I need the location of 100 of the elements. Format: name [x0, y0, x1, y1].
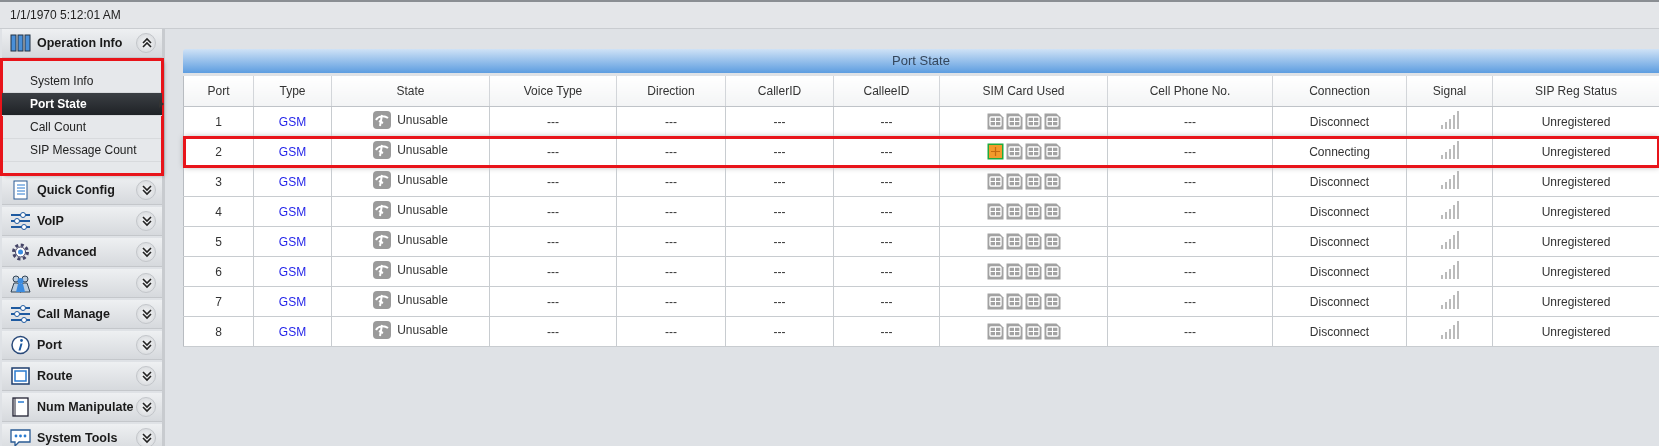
table-cell: 8	[183, 316, 254, 347]
table-cell: ---	[616, 256, 726, 287]
menu-group[interactable]: Port	[2, 331, 162, 360]
table-cell: Disconnect	[1272, 316, 1407, 347]
menu-item[interactable]: SIP Message Count	[2, 139, 162, 162]
menu-item[interactable]: Call Count	[2, 116, 162, 139]
table-cell: ---	[833, 136, 940, 167]
state-text: Unusable	[397, 143, 448, 157]
type-link[interactable]: GSM	[278, 264, 307, 279]
menu-group[interactable]: VoIP	[2, 207, 162, 236]
table-cell: ---	[489, 256, 617, 287]
state-text: Unusable	[397, 113, 448, 127]
bar-chart-icon	[10, 33, 31, 53]
column-header: Signal	[1406, 76, 1493, 107]
signal-bars-icon	[1439, 141, 1460, 159]
table-cell: ---	[725, 166, 834, 197]
double-chevron-down-icon	[141, 308, 153, 320]
table-cell: ---	[725, 196, 834, 227]
double-chevron-down-icon	[141, 339, 153, 351]
sliders-icon	[10, 211, 31, 231]
signal-bars-icon	[1439, 321, 1460, 339]
signal-bars-icon	[1439, 231, 1460, 249]
state-text: Unusable	[397, 323, 448, 337]
table-cell: ---	[616, 136, 726, 167]
table-cell: 4	[183, 196, 254, 227]
expand-button[interactable]	[136, 304, 156, 324]
menu-group-label: Advanced	[37, 245, 98, 259]
panel-title: Port State	[183, 49, 1659, 73]
expand-button[interactable]	[136, 428, 156, 446]
menu-group[interactable]: Route	[2, 362, 162, 391]
menu-group-label: Port	[37, 338, 63, 352]
menu-group[interactable]: Wireless	[2, 269, 162, 298]
type-link[interactable]: GSM	[278, 324, 307, 339]
unusable-icon	[373, 231, 392, 249]
table-cell: ---	[833, 106, 940, 137]
double-chevron-down-icon	[141, 246, 153, 258]
expand-button[interactable]	[136, 335, 156, 355]
menu-group[interactable]: Quick Config	[2, 176, 162, 205]
type-link[interactable]: GSM	[278, 234, 307, 249]
menu-group-label: Wireless	[37, 276, 90, 290]
type-link[interactable]: GSM	[278, 114, 307, 129]
table-cell: ---	[1107, 136, 1273, 167]
menu-group-label: Call Manage	[37, 307, 111, 321]
type-link[interactable]: GSM	[278, 174, 307, 189]
table-cell: Unregistered	[1492, 136, 1659, 167]
collapse-button[interactable]	[136, 33, 156, 53]
table-cell: 2	[183, 136, 254, 167]
expand-button[interactable]	[136, 180, 156, 200]
table-cell: Disconnect	[1272, 196, 1407, 227]
table-cell: Disconnect	[1272, 256, 1407, 287]
expand-button[interactable]	[136, 242, 156, 262]
table-cell: ---	[725, 136, 834, 167]
chat-icon	[10, 428, 31, 446]
people-icon	[10, 273, 31, 293]
type-link[interactable]: GSM	[278, 294, 307, 309]
document-icon	[10, 180, 31, 200]
menu-group[interactable]: Call Manage	[2, 300, 162, 329]
table-cell: Unregistered	[1492, 166, 1659, 197]
table-cell: Connecting	[1272, 136, 1407, 167]
table-cell: Unregistered	[1492, 286, 1659, 317]
table-cell: ---	[489, 166, 617, 197]
table-cell: ---	[616, 196, 726, 227]
expand-button[interactable]	[136, 211, 156, 231]
column-header: SIP Reg Status	[1492, 76, 1659, 107]
table-cell: ---	[489, 316, 617, 347]
signal-bars-icon	[1439, 171, 1460, 189]
table-cell: ---	[1107, 226, 1273, 257]
type-link[interactable]: GSM	[278, 144, 307, 159]
menu-group-label: Operation Info	[37, 36, 124, 50]
unusable-icon	[373, 171, 392, 189]
table-cell: Unregistered	[1492, 106, 1659, 137]
expand-button[interactable]	[136, 397, 156, 417]
state-text: Unusable	[397, 233, 448, 247]
menu-group[interactable]: Operation Info	[2, 29, 162, 58]
type-link[interactable]: GSM	[278, 204, 307, 219]
double-chevron-down-icon	[141, 432, 153, 444]
menu-group[interactable]: Advanced	[2, 238, 162, 267]
menu-group[interactable]: Num Manipulate	[2, 393, 162, 422]
column-header: Port	[183, 76, 254, 107]
unusable-icon	[373, 141, 392, 159]
menu-group-label: Num Manipulate	[37, 400, 135, 414]
table-cell: ---	[489, 226, 617, 257]
column-header: Voice Type	[489, 76, 617, 107]
table-cell: Unregistered	[1492, 196, 1659, 227]
table-cell: ---	[725, 316, 834, 347]
double-chevron-down-icon	[141, 370, 153, 382]
table-cell: ---	[616, 226, 726, 257]
double-chevron-down-icon	[141, 215, 153, 227]
double-chevron-up-icon	[141, 37, 153, 49]
table-cell: ---	[725, 226, 834, 257]
expand-button[interactable]	[136, 366, 156, 386]
unusable-icon	[373, 111, 392, 129]
table-cell: ---	[833, 226, 940, 257]
table-cell: ---	[489, 286, 617, 317]
signal-bars-icon	[1439, 201, 1460, 219]
state-text: Unusable	[397, 203, 448, 217]
expand-button[interactable]	[136, 273, 156, 293]
signal-bars-icon	[1439, 261, 1460, 279]
table-cell: ---	[833, 256, 940, 287]
menu-group[interactable]: System Tools	[2, 424, 162, 446]
